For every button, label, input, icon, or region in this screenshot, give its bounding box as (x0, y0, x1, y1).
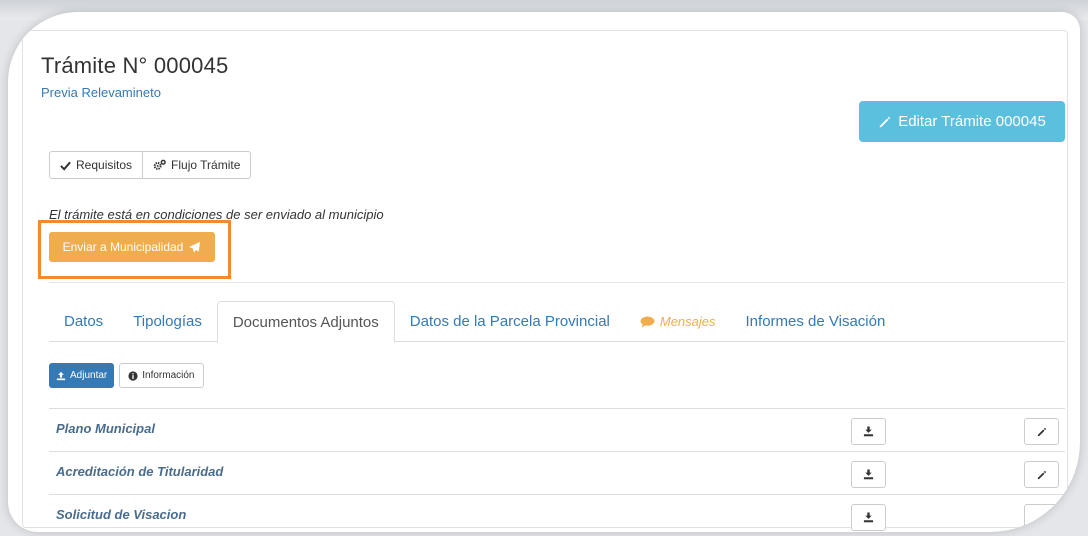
tab-mensajes[interactable]: Mensajes (625, 301, 731, 342)
screenshot-frame: Trámite N° 000045 Previa Relevamineto Ed… (8, 12, 1080, 532)
flujo-tramite-button[interactable]: Flujo Trámite (143, 151, 252, 179)
download-icon (863, 512, 874, 523)
download-icon (863, 426, 874, 437)
document-name: Acreditación de Titularidad (56, 464, 224, 479)
info-icon (128, 370, 138, 381)
pencil-icon (1037, 470, 1047, 480)
documents-table: Plano Municipal Acreditación de Titulari… (49, 408, 1065, 532)
adjuntar-button[interactable]: Adjuntar (49, 363, 115, 388)
pencil-icon (878, 115, 892, 129)
requisitos-button[interactable]: Requisitos (49, 151, 144, 179)
tab-label: Informes de Visación (745, 313, 886, 330)
download-icon (863, 469, 874, 480)
section-divider (49, 282, 1065, 283)
tramite-panel: Trámite N° 000045 Previa Relevamineto Ed… (22, 30, 1068, 531)
tab-label: Datos de la Parcela Provincial (409, 313, 610, 330)
download-button[interactable] (851, 418, 886, 445)
tab-parcela-provincial[interactable]: Datos de la Parcela Provincial (395, 301, 625, 342)
page-subtitle: Previa Relevamineto (41, 85, 161, 100)
tramite-actions-group: Requisitos Flujo Trámite (49, 151, 252, 179)
informacion-button[interactable]: Información (119, 363, 204, 388)
tab-documentos-adjuntos[interactable]: Documentos Adjuntos (216, 301, 395, 343)
requisitos-label: Requisitos (76, 158, 133, 172)
tab-label: Datos (64, 313, 104, 330)
edit-tramite-label: Editar Trámite 000045 (898, 113, 1046, 130)
tab-label: Mensajes (659, 314, 716, 329)
tab-tipologias[interactable]: Tipologías (118, 301, 217, 342)
document-name: Solicitud de Visacion (56, 507, 187, 522)
upload-icon (56, 371, 66, 381)
pencil-icon (1037, 513, 1047, 523)
table-row: Solicitud de Visacion (49, 494, 1065, 532)
tab-datos[interactable]: Datos (49, 301, 118, 342)
adjuntar-label: Adjuntar (70, 370, 108, 381)
flujo-tramite-label: Flujo Trámite (171, 158, 241, 172)
download-button[interactable] (851, 504, 886, 531)
highlight-box (38, 220, 231, 279)
table-row: Plano Municipal (49, 408, 1065, 451)
check-icon (60, 160, 71, 171)
edit-document-button[interactable] (1024, 418, 1059, 445)
edit-document-button[interactable] (1024, 461, 1059, 488)
tab-label: Tipologías (133, 313, 202, 330)
pencil-icon (1037, 427, 1047, 437)
document-name: Plano Municipal (56, 421, 155, 436)
informacion-label: Información (142, 370, 195, 381)
page-title: Trámite N° 000045 (41, 53, 229, 78)
table-row: Acreditación de Titularidad (49, 451, 1065, 494)
tab-informes-visacion[interactable]: Informes de Visación (731, 301, 901, 342)
tabs-bar: Datos Tipologías Documentos Adjuntos Dat… (49, 301, 1065, 343)
download-button[interactable] (851, 461, 886, 488)
gears-icon (153, 159, 166, 171)
document-actions: Adjuntar Información (49, 363, 204, 388)
tab-label: Documentos Adjuntos (232, 313, 379, 331)
edit-document-button[interactable] (1024, 504, 1059, 531)
comment-icon (640, 315, 655, 328)
edit-tramite-button[interactable]: Editar Trámite 000045 (859, 101, 1065, 142)
